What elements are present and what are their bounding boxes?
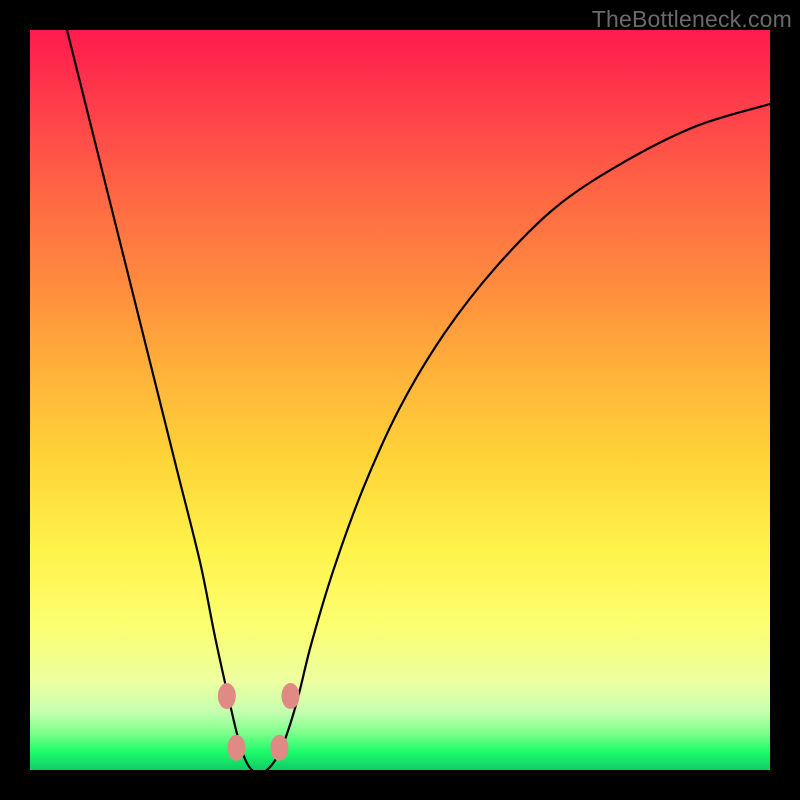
curve-markers bbox=[218, 683, 300, 761]
curve-marker bbox=[227, 735, 245, 761]
curve-marker bbox=[281, 683, 299, 709]
curve-layer bbox=[30, 30, 770, 770]
bottleneck-curve-path bbox=[67, 30, 770, 770]
watermark-text: TheBottleneck.com bbox=[592, 6, 792, 33]
curve-marker bbox=[218, 683, 236, 709]
curve-marker bbox=[270, 735, 288, 761]
plot-area bbox=[30, 30, 770, 770]
chart-frame: TheBottleneck.com bbox=[0, 0, 800, 800]
